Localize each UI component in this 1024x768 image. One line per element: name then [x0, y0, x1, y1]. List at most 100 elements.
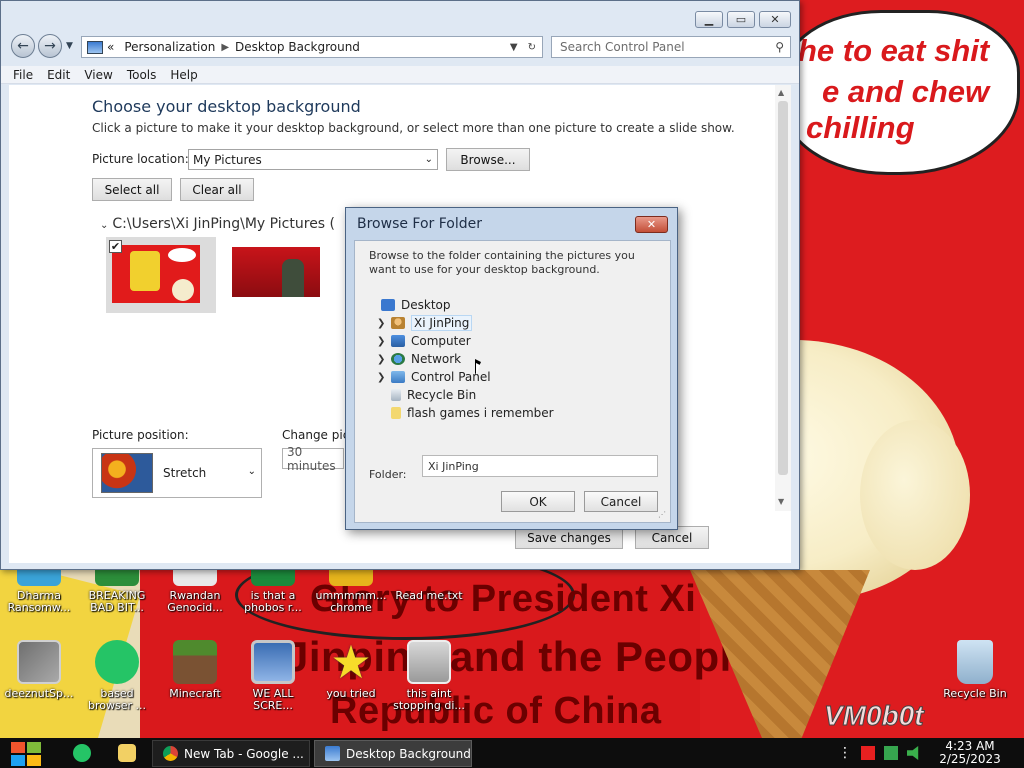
picture-position-select[interactable]: Stretch ⌄ [92, 448, 262, 498]
desktop-icon-dharma[interactable]: Dharma Ransomw... [0, 566, 78, 614]
expand-arrow-icon[interactable]: ❯ [377, 318, 389, 329]
browse-button[interactable]: Browse... [446, 148, 530, 171]
maximize-button[interactable]: ▭ [727, 11, 755, 28]
dialog-body: Browse to the folder containing the pict… [354, 240, 671, 523]
clear-all-button[interactable]: Clear all [180, 178, 254, 201]
picture-thumbnail-selected[interactable]: ✔ [106, 237, 216, 313]
chevron-down-icon: ⌄ [424, 154, 433, 165]
tree-node-recycle-bin[interactable]: Recycle Bin [391, 386, 476, 404]
minecraft-icon [173, 640, 217, 684]
overflow-dots-icon[interactable]: ⋮ [838, 746, 852, 760]
menu-file[interactable]: File [13, 68, 33, 82]
tree-node-user[interactable]: ❯ Xi JinPing [377, 314, 473, 332]
address-dropdown-icon[interactable]: ▼ [510, 42, 518, 53]
desktop-icon-minecraft[interactable]: Minecraft [156, 640, 234, 700]
tree-node-network[interactable]: ❯ Network [377, 350, 461, 368]
search-icon[interactable]: ⚲ [775, 40, 784, 54]
taskbar-clock[interactable]: 4:23 AM 2/25/2023 [938, 740, 1002, 766]
scrollbar-thumb[interactable] [778, 101, 788, 475]
desktop-icon-readme[interactable]: Read me.txt [390, 566, 468, 602]
menu-edit[interactable]: Edit [47, 68, 70, 82]
refresh-icon[interactable]: ↻ [528, 42, 536, 53]
desktop-icon-label: deeznutSp... [4, 687, 74, 700]
ok-button[interactable]: OK [501, 491, 575, 512]
select-all-button[interactable]: Select all [92, 178, 172, 201]
tree-node-flash-games[interactable]: flash games i remember [391, 404, 554, 422]
pinned-file-explorer-icon[interactable] [118, 744, 136, 762]
menu-tools[interactable]: Tools [127, 68, 157, 82]
volume-icon[interactable] [907, 746, 919, 760]
windows-logo-pane [11, 755, 25, 766]
system-tray: ⋮ [838, 746, 921, 760]
menu-bar: File Edit View Tools Help [1, 66, 799, 84]
recent-pages-dropdown[interactable]: ▼ [66, 41, 73, 51]
desktop-icon-label: Recycle Bin [943, 687, 1007, 700]
desktop-icon-we-all-scream[interactable]: WE ALL SCRE... [234, 640, 312, 712]
chrome-icon [163, 746, 178, 761]
breadcrumb-overflow-icon[interactable]: « [107, 40, 114, 54]
start-button[interactable] [8, 740, 42, 766]
network-status-icon[interactable] [884, 746, 898, 760]
dialog-cancel-button[interactable]: Cancel [584, 491, 658, 512]
breadcrumb-personalization[interactable]: Personalization [124, 40, 215, 54]
wallpaper-speech-line-3: chilling [806, 110, 915, 145]
windows-logo-pane [27, 742, 41, 753]
breadcrumb-desktop-background[interactable]: Desktop Background [235, 40, 360, 54]
folder-label: Folder: [369, 468, 407, 481]
desktop-icon-label: this aint stopping di... [393, 687, 465, 712]
desktop-icon-chrome[interactable]: ummmmm... chrome [312, 566, 390, 614]
minimize-button[interactable]: ▁ [695, 11, 723, 28]
picture-checkbox[interactable]: ✔ [109, 240, 122, 253]
menu-view[interactable]: View [84, 68, 112, 82]
search-input[interactable]: Search Control Panel ⚲ [551, 36, 791, 58]
expand-arrow-icon[interactable]: ❯ [377, 336, 389, 347]
collapse-chevron-icon[interactable]: ⌄ [100, 220, 108, 231]
desktop-icon-based-browser[interactable]: based browser ... [78, 640, 156, 712]
dialog-description: Browse to the folder containing the pict… [369, 249, 635, 276]
desktop-icon-breaking-bad[interactable]: BREAKING BAD BIT... [78, 566, 156, 614]
wallpaper-speech-line-2: e and chew [822, 74, 990, 109]
user-folder-icon [391, 317, 405, 329]
tree-node-label: Recycle Bin [407, 388, 477, 402]
menu-help[interactable]: Help [170, 68, 197, 82]
resize-grip-icon[interactable]: ⋰ [658, 510, 666, 519]
dialog-close-button[interactable]: ✕ [635, 216, 668, 233]
interval-select[interactable]: 30 minutes [282, 445, 344, 473]
folder-group-header[interactable]: ⌄ C:\Users\Xi JinPing\My Pictures ( [100, 216, 335, 232]
forward-button[interactable]: → [38, 34, 62, 58]
close-button[interactable]: ✕ [759, 11, 791, 28]
address-bar[interactable]: « Personalization ▶ Desktop Background ▼… [81, 36, 543, 58]
scroll-up-icon[interactable]: ▲ [778, 88, 784, 97]
action-center-flag-icon[interactable] [861, 746, 875, 760]
tree-node-control-panel[interactable]: ❯ Control Panel [377, 368, 491, 386]
tree-node-desktop[interactable]: Desktop [381, 296, 451, 314]
taskbar-item-desktop-background[interactable]: Desktop Background [314, 740, 472, 767]
picture-location-value: My Pictures [193, 152, 262, 167]
desktop-icon-deeznut[interactable]: deeznutSp... [0, 640, 78, 700]
expand-arrow-icon[interactable]: ❯ [377, 354, 389, 365]
recycle-bin-icon [391, 389, 401, 401]
desktop-icon-rwandan[interactable]: Rwandan Genocid... [156, 566, 234, 614]
interval-value: 30 minutes [287, 444, 336, 473]
picture-thumbnail[interactable] [232, 247, 320, 297]
desktop-icon-phobos[interactable]: is that a phobos r... [234, 566, 312, 614]
vertical-scrollbar[interactable]: ▲ ▼ [775, 85, 791, 511]
picture-bubble [168, 248, 196, 262]
picture-figure [130, 251, 160, 291]
desktop-icon-this-aint-stopping[interactable]: this aint stopping di... [390, 640, 468, 712]
folder-input[interactable]: Xi JinPing [422, 455, 658, 477]
scroll-down-icon[interactable]: ▼ [778, 497, 784, 506]
desktop-icon-recycle-bin[interactable]: Recycle Bin [936, 640, 1014, 700]
taskbar-item-chrome[interactable]: New Tab - Google ... [152, 740, 310, 767]
pinned-browser-icon[interactable] [73, 744, 91, 762]
expand-arrow-icon[interactable]: ❯ [377, 372, 389, 383]
tree-node-computer[interactable]: ❯ Computer [377, 332, 471, 350]
picture-position-value: Stretch [163, 466, 207, 480]
breadcrumb-separator-icon: ▶ [221, 41, 230, 53]
disk-cleanup-icon [407, 640, 451, 684]
desktop-icon-you-tried[interactable]: ★ you tried [312, 639, 390, 700]
back-button[interactable]: ← [11, 34, 35, 58]
picture-location-select[interactable]: My Pictures ⌄ [188, 149, 438, 170]
computer-icon [251, 640, 295, 684]
windows-logo-pane [27, 755, 41, 766]
